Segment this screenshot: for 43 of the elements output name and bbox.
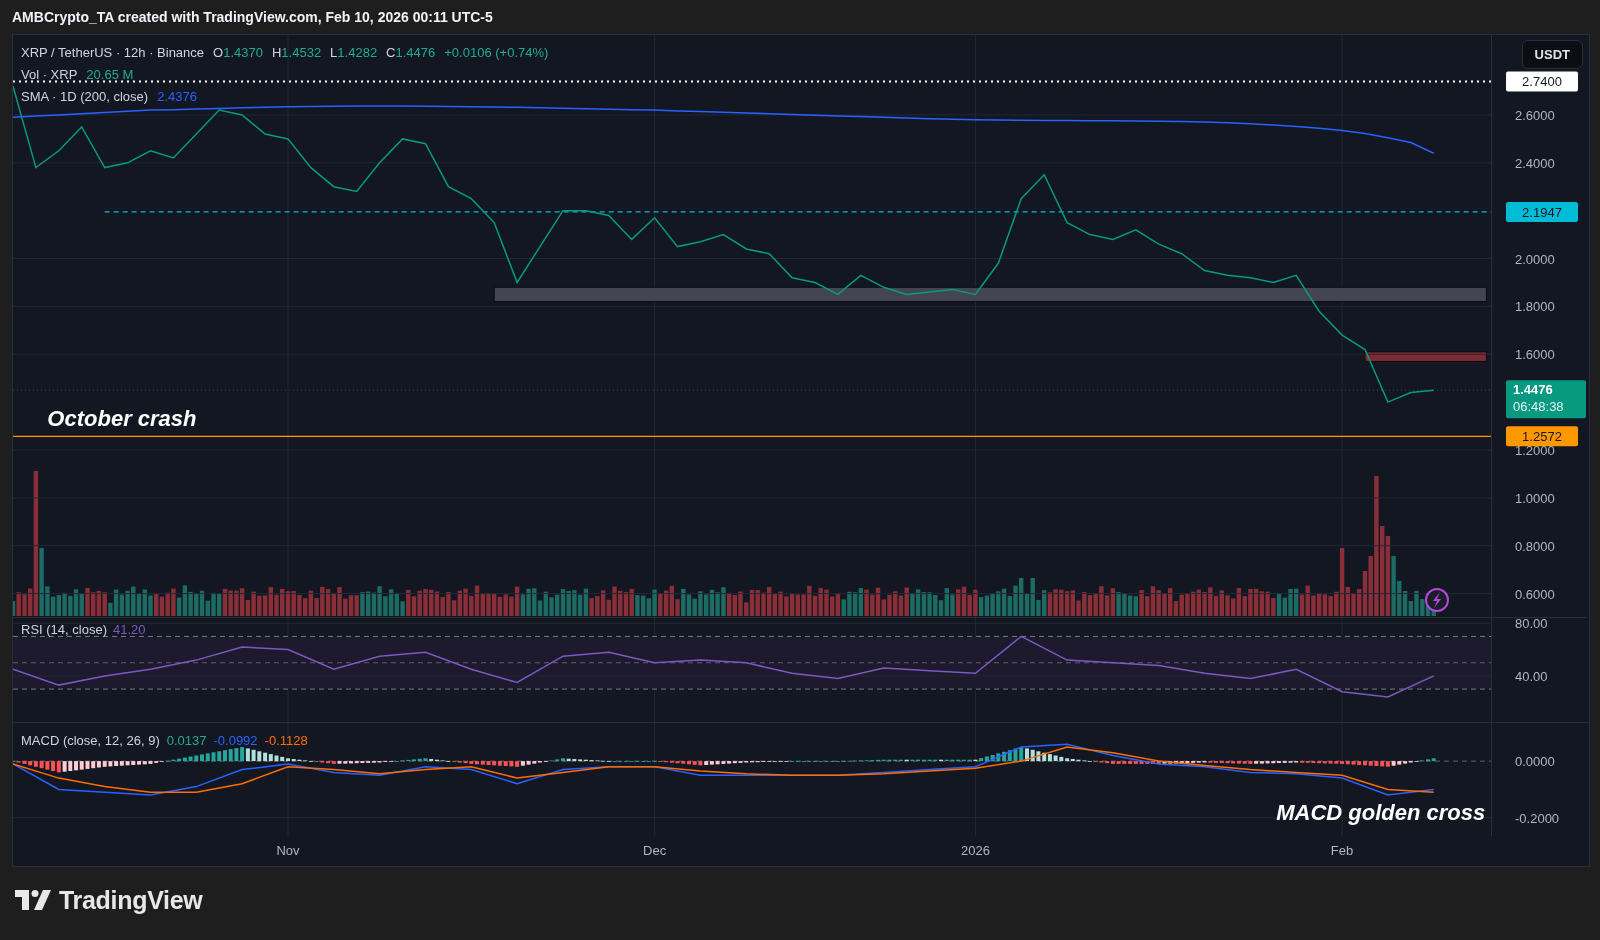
brand-logo-icon (15, 890, 51, 910)
price-axis-label: 1.8000 (1515, 299, 1555, 315)
annotation-text: October crash (47, 406, 197, 432)
ohlc-value: H1.4532 (271, 44, 322, 60)
price-label: 2.1947 (1506, 201, 1578, 222)
price-axis-label: 1.0000 (1515, 490, 1555, 506)
time-axis-label: 2026 (960, 843, 990, 858)
lightning-icon[interactable] (1425, 588, 1449, 612)
rsi-value: 41.20 (113, 622, 146, 637)
brand-name: TradingView (59, 885, 203, 915)
sma-label: SMA · 1D (200, close) (21, 88, 149, 104)
price-axis-label: 0.6000 (1515, 586, 1555, 602)
time-axis-label: Nov (276, 843, 300, 858)
symbol-label: XRP / TetherUS · 12h · Binance (21, 44, 205, 60)
ohlc-value: C1.4476 (386, 44, 436, 60)
price-change: +0.0106 (+0.74%) (444, 44, 549, 60)
price-label: 2.7400 (1506, 71, 1578, 92)
time-axis-label: Feb (1330, 843, 1354, 858)
macd-axis-label: 0.0000 (1515, 754, 1555, 770)
price-axis-label: 0.8000 (1515, 538, 1555, 554)
macd-label: MACD (close, 12, 26, 9) (21, 733, 160, 748)
price-axis-label: 1.6000 (1515, 347, 1555, 363)
price-axis-label: 2.4000 (1515, 155, 1555, 171)
ohlc-value: O1.4370 (213, 44, 263, 60)
price-axis-label: 2.0000 (1515, 251, 1555, 267)
volume-value: 20.65 M (86, 66, 134, 82)
macd-value: -0.1128 (264, 733, 308, 748)
rsi-axis-label: 40.00 (1515, 668, 1548, 684)
rsi-axis-label: 80.00 (1515, 618, 1548, 632)
currency-button[interactable]: USDT (1521, 40, 1583, 69)
rsi-label: RSI (14, close) (21, 622, 107, 637)
current-price-label: 1.4476 06:48:38 (1506, 380, 1586, 419)
annotation-text: MACD golden cross (1276, 800, 1486, 826)
price-axis-label: 2.6000 (1515, 107, 1555, 123)
macd-axis-label: -0.2000 (1515, 810, 1560, 826)
time-axis-label: Dec (643, 843, 667, 858)
volume-label: Vol · XRP (21, 66, 78, 82)
macd-value: 0.0137 (166, 733, 207, 748)
sma-value: 2.4376 (157, 88, 197, 104)
price-label: 1.2572 (1506, 426, 1578, 447)
macd-value: -0.0992 (213, 733, 258, 748)
chart-credit-text: AMBCrypto_TA created with TradingView.com, Feb 10, 2026 00:11 UTC-5 (12, 8, 493, 27)
ohlc-value: L1.4282 (330, 44, 378, 60)
